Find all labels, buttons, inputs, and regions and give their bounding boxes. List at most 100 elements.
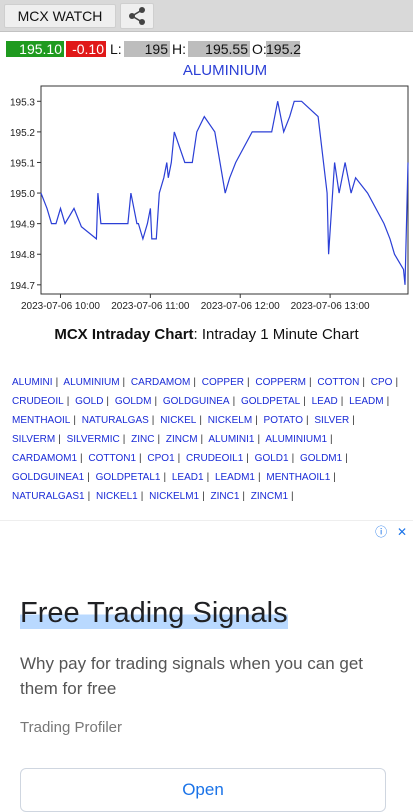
symbol-link[interactable]: CARDAMOM1 [12,453,77,464]
symbol-links: ALUMINI | ALUMINIUM | CARDAMOM | COPPER | CO… [12,373,404,506]
y-tick-label: 194.7 [10,281,35,292]
symbol-link[interactable]: NATURALGAS1 [12,491,85,502]
link-separator: | [291,453,295,464]
y-tick-label: 195.3 [10,97,35,108]
symbol-link[interactable]: GOLDPETAL1 [96,472,161,483]
y-tick-label: 195.0 [10,189,35,200]
link-separator: | [352,415,355,426]
link-separator: | [177,453,181,464]
link-separator: | [73,415,76,426]
symbol-link[interactable]: ALUMINIUM [63,377,119,388]
share-icon [129,7,145,25]
symbol-link[interactable]: SILVERMIC [67,434,120,445]
symbol-link[interactable]: CRUDEOIL1 [186,453,243,464]
close-icon[interactable]: ✕ [397,525,407,539]
link-separator: | [291,491,294,502]
symbol-link[interactable]: LEAD1 [172,472,204,483]
ad-open-button[interactable]: Open [20,768,386,812]
symbol-link[interactable]: ZINCM [166,434,198,445]
ad-body-text: Why pay for trading signals when you can… [20,654,364,698]
ad-brand: Trading Profiler [20,719,122,736]
symbol-link[interactable]: ZINC [131,434,154,445]
link-separator: | [55,377,59,388]
price-chart: 195.3 195.2 195.1 195.0 194.9 194.8 194.7 2023-… [10,85,409,312]
app-title-button[interactable]: MCX WATCH [4,4,116,28]
link-separator: | [345,453,348,464]
symbol-link[interactable]: GOLDGUINEA1 [12,472,84,483]
link-separator: | [333,472,336,483]
link-separator: | [206,472,210,483]
symbol-link[interactable]: GOLDM1 [300,453,342,464]
high-value: 195.55 [188,41,250,57]
caption-subtitle: : Intraday 1 Minute Chart [193,326,359,343]
link-separator: | [122,434,126,445]
link-separator: | [386,396,390,407]
open-label: O: [252,41,267,57]
link-separator: | [151,415,155,426]
symbol-link[interactable]: SILVER [314,415,349,426]
low-value: 195 [124,41,170,57]
link-separator: | [247,377,250,388]
link-separator: | [257,472,261,483]
symbol-link[interactable]: COTTON [317,377,359,388]
link-separator: | [80,453,83,464]
symbol-link[interactable]: GOLDM [115,396,152,407]
chart-title: ALUMINIUM [182,62,268,79]
y-tick-label: 194.8 [10,250,35,261]
high-label: H: [172,41,186,57]
link-separator: | [303,396,306,407]
x-tick-label: 2023-07-06 10:00 [21,301,100,312]
link-separator: | [232,396,236,407]
ad-headline: Free Trading Signals [20,597,288,629]
symbol-link[interactable]: NICKELM [208,415,252,426]
symbol-link[interactable]: GOLD [75,396,103,407]
symbol-link[interactable]: COTTON1 [88,453,136,464]
symbol-link[interactable]: POTATO [264,415,303,426]
symbol-link[interactable]: CPO1 [147,453,174,464]
link-separator: | [330,434,333,445]
symbol-link[interactable]: ALUMINIUM1 [265,434,327,445]
link-separator: | [202,491,205,502]
caption-title: MCX Intraday Chart [54,326,194,343]
symbol-link[interactable]: NICKEL1 [96,491,138,502]
symbol-link[interactable]: NICKEL [160,415,196,426]
y-tick-label: 194.9 [10,220,35,231]
symbol-link[interactable]: NICKELM1 [149,491,199,502]
symbol-link[interactable]: CPO [371,377,393,388]
share-button[interactable] [120,3,154,29]
low-label: L: [110,41,122,57]
symbol-link[interactable]: ALUMINI [12,377,53,388]
symbol-link[interactable]: GOLD1 [255,453,289,464]
symbol-link[interactable]: GOLDGUINEA [163,396,230,407]
symbol-link[interactable]: COPPER [202,377,244,388]
link-separator: | [257,434,261,445]
symbol-link[interactable]: CARDAMOM [131,377,190,388]
symbol-link[interactable]: SILVERM [12,434,55,445]
quote-bar: 195.10 -0.10 L: 195 H: 195.55 O: 195.2 [0,41,413,59]
symbol-link[interactable]: ALUMINI1 [208,434,254,445]
link-separator: | [246,453,249,464]
link-separator: | [199,415,202,426]
link-separator: | [193,377,196,388]
link-separator: | [157,434,161,445]
symbol-link[interactable]: NATURALGAS [82,415,149,426]
link-separator: | [122,377,126,388]
symbol-link[interactable]: MENTHAOIL1 [266,472,330,483]
symbol-link[interactable]: CRUDEOIL [12,396,64,407]
ad-banner: ⓘ ✕ Free Trading Signals Why pay for tra… [0,520,413,812]
symbol-link[interactable]: MENTHAOIL [12,415,70,426]
symbol-link[interactable]: LEAD [312,396,338,407]
link-separator: | [242,491,246,502]
info-icon[interactable]: ⓘ [375,525,387,539]
symbol-link[interactable]: COPPERM [255,377,306,388]
symbol-link[interactable]: LEADM1 [215,472,255,483]
symbol-link[interactable]: ZINC1 [211,491,240,502]
x-tick-label: 2023-07-06 11:00 [111,301,190,312]
link-separator: | [163,472,167,483]
symbol-link[interactable]: ZINCM1 [251,491,288,502]
link-separator: | [306,415,309,426]
price-change: -0.10 [66,41,106,57]
link-separator: | [154,396,158,407]
symbol-link[interactable]: LEADM [349,396,383,407]
symbol-link[interactable]: GOLDPETAL [241,396,300,407]
